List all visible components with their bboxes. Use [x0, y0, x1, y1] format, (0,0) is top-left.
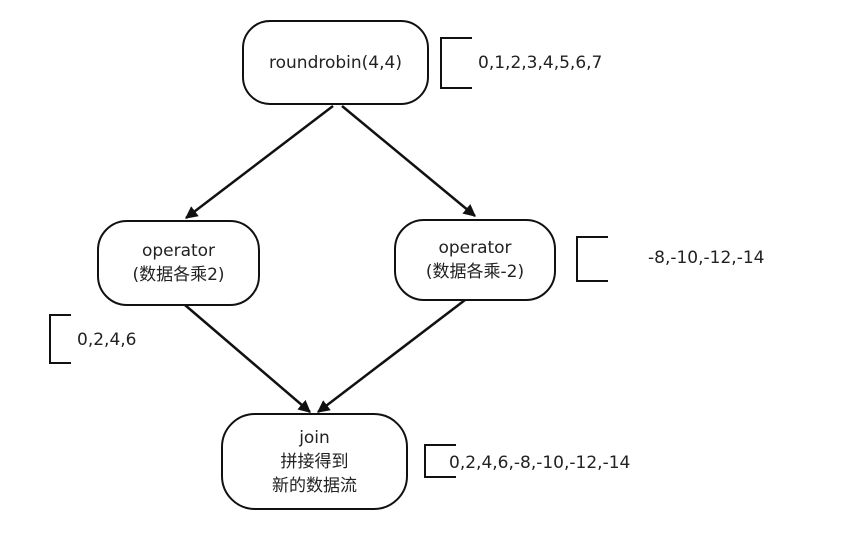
- join-title: join: [299, 427, 330, 448]
- edge-roundrobin-to-operator-left: [185, 105, 334, 219]
- edge-operator-right-to-join: [317, 299, 466, 413]
- edge-operator-left-to-join: [184, 304, 311, 413]
- left-output-values: 0,2,4,6: [77, 330, 137, 350]
- edge-roundrobin-to-operator-right: [341, 105, 476, 217]
- operator-left-node: operator (数据各乘2): [97, 220, 260, 306]
- diagram-canvas: roundrobin(4,4) operator (数据各乘2) operato…: [0, 0, 864, 539]
- operator-right-title: operator: [438, 238, 512, 258]
- right-output-bracket: [576, 236, 608, 282]
- operator-right-subtitle: (数据各乘-2): [425, 262, 525, 282]
- operator-left-title: operator: [141, 241, 216, 261]
- roundrobin-output-bracket: [440, 37, 472, 89]
- right-output-values: -8,-10,-12,-14: [648, 248, 765, 268]
- join-line-2: 拼接得到: [280, 451, 349, 472]
- operator-right-node: operator (数据各乘-2): [394, 219, 556, 301]
- roundrobin-label: roundrobin(4,4): [269, 52, 402, 73]
- join-output-values: 0,2,4,6,-8,-10,-12,-14: [449, 453, 631, 473]
- join-line-3: 新的数据流: [272, 475, 357, 496]
- left-output-bracket: [49, 314, 71, 364]
- roundrobin-output-values: 0,1,2,3,4,5,6,7: [478, 53, 603, 73]
- operator-left-subtitle: (数据各乘2): [132, 265, 225, 285]
- join-node: join 拼接得到 新的数据流: [221, 413, 408, 510]
- roundrobin-node: roundrobin(4,4): [242, 20, 429, 105]
